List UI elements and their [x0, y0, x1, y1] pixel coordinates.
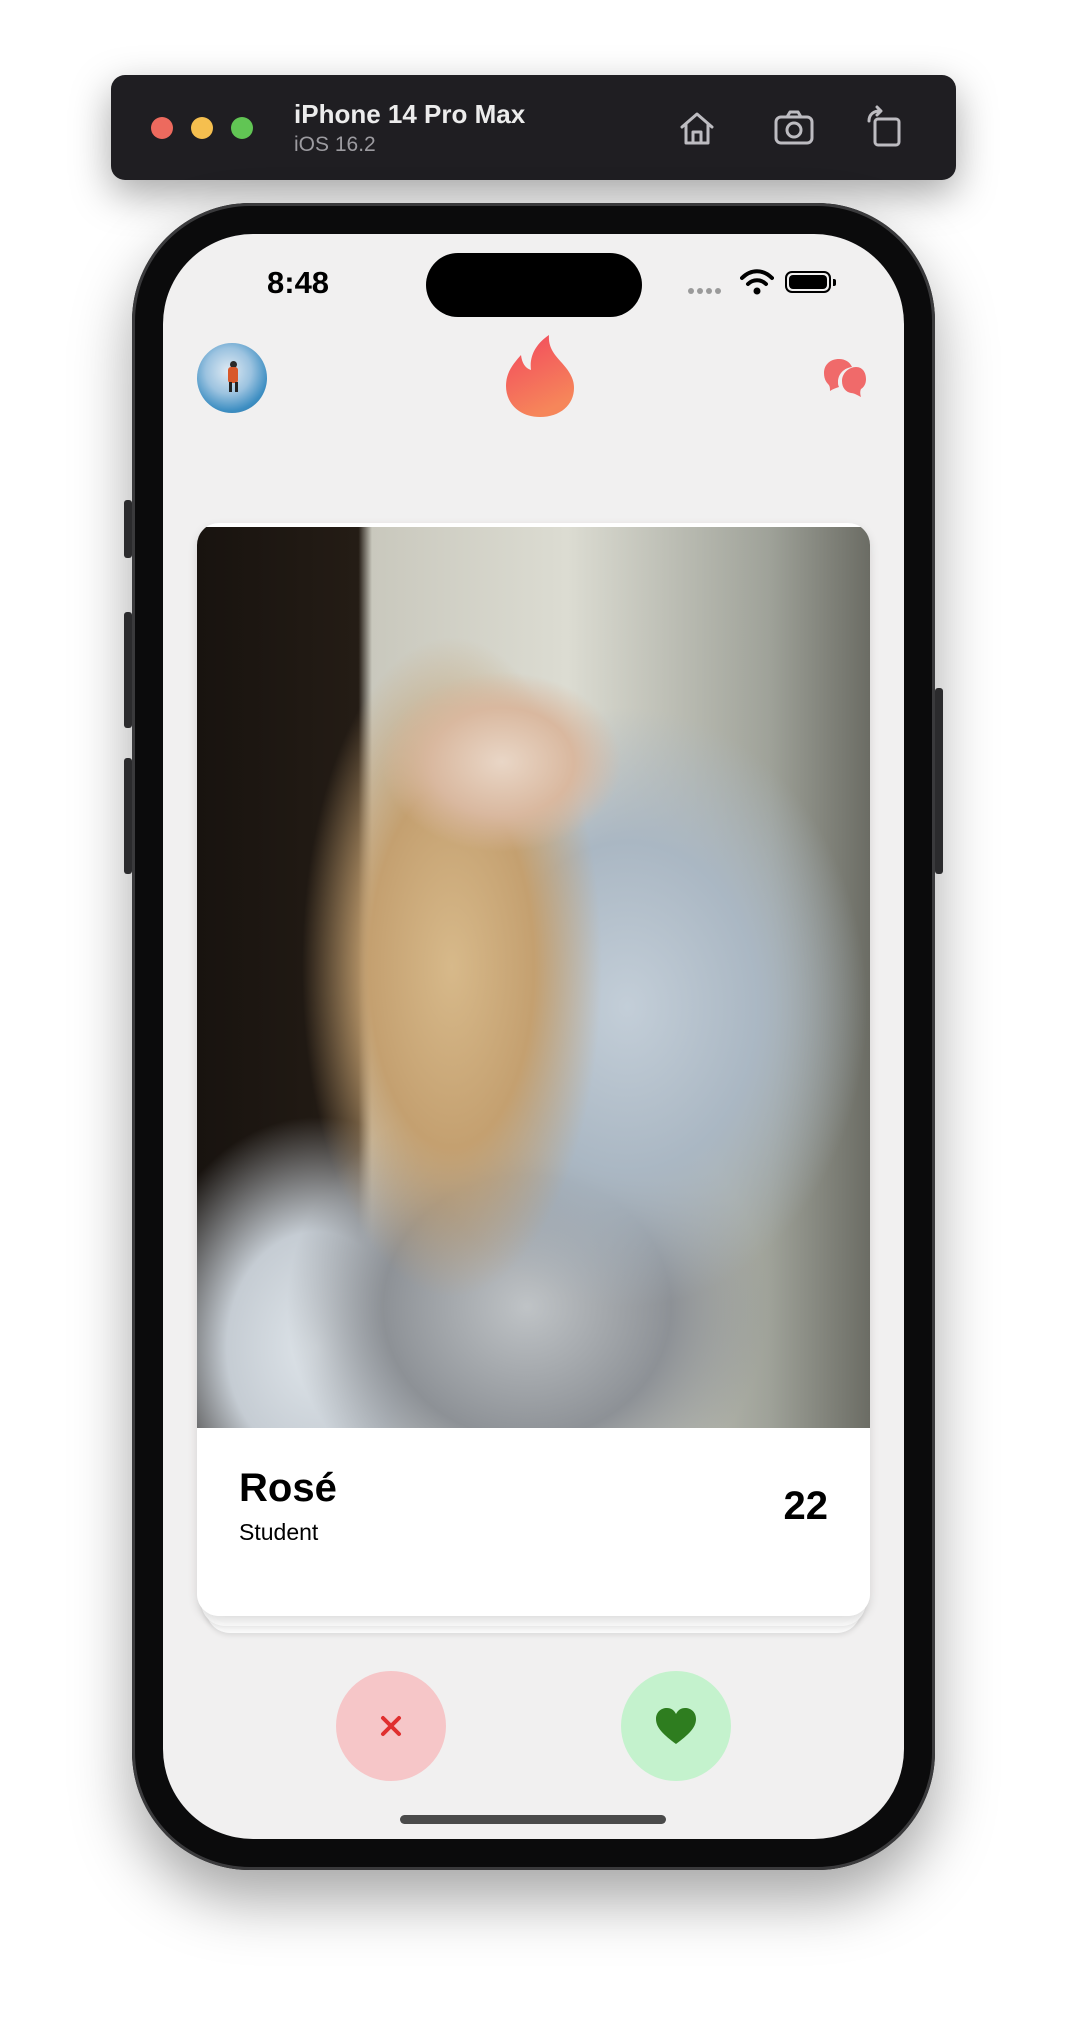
close-window-button[interactable] — [151, 117, 173, 139]
simulator-title-bar: iPhone 14 Pro Max iOS 16.2 — [111, 75, 956, 180]
profile-photo — [197, 527, 870, 1428]
home-indicator[interactable] — [400, 1815, 666, 1824]
profile-occupation: Student — [239, 1519, 319, 1545]
power-button — [935, 688, 943, 874]
wifi-icon — [740, 269, 774, 295]
action-button — [124, 500, 132, 558]
home-icon[interactable] — [674, 105, 720, 151]
flame-icon — [506, 335, 574, 417]
chat-bubbles-icon[interactable] — [818, 351, 868, 401]
profile-name: Rosé — [239, 1466, 337, 1510]
status-time: 8:48 — [267, 265, 330, 300]
os-version: iOS 16.2 — [294, 133, 376, 156]
screenshot-icon[interactable] — [771, 105, 817, 151]
profile-info: Rosé Student 22 — [197, 1428, 870, 1616]
app-screen: 8:48 Rosé Student 22 — [163, 234, 904, 1839]
heart-icon — [656, 1708, 696, 1744]
volume-up-button — [124, 612, 132, 728]
battery-icon — [785, 271, 836, 293]
dynamic-island — [426, 253, 642, 317]
signal-dots-icon — [688, 281, 724, 294]
profile-card[interactable]: Rosé Student 22 — [197, 523, 870, 1616]
profile-avatar[interactable] — [197, 343, 267, 413]
profile-age: 22 — [783, 1484, 829, 1528]
close-icon — [381, 1716, 401, 1736]
like-button[interactable] — [621, 1671, 731, 1781]
dislike-button[interactable] — [336, 1671, 446, 1781]
device-name: iPhone 14 Pro Max — [294, 99, 526, 129]
rotate-icon[interactable] — [863, 105, 909, 151]
zoom-window-button[interactable] — [231, 117, 253, 139]
volume-down-button — [124, 758, 132, 874]
minimize-window-button[interactable] — [191, 117, 213, 139]
